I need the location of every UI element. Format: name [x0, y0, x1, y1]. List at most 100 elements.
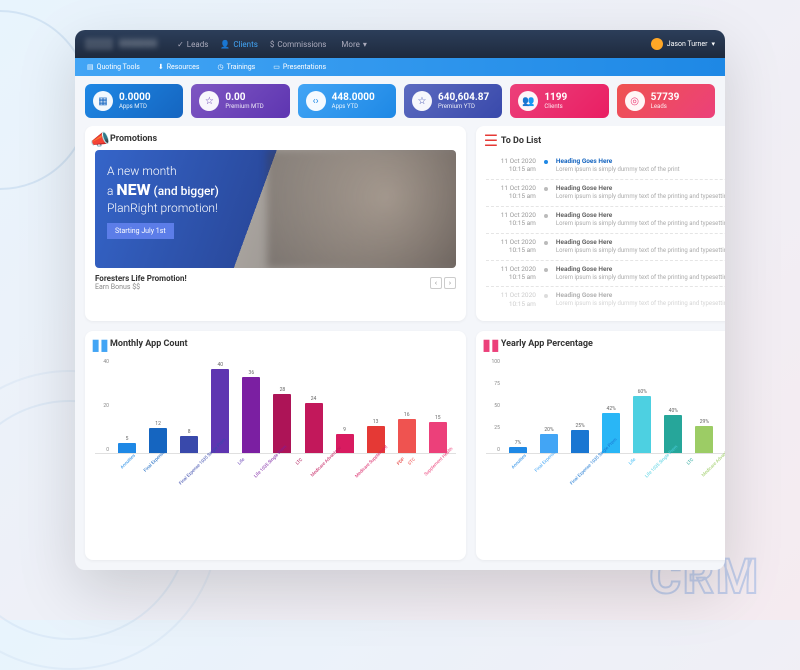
nav-label: Clients — [233, 40, 258, 49]
todo-item-desc: Lorem ipsum is simply dummy text of the … — [556, 247, 725, 254]
todo-item-desc: Lorem ipsum is simply dummy text of the … — [556, 274, 725, 281]
stat-leads[interactable]: ◎57739Leads — [617, 84, 715, 118]
todo-item[interactable]: 11 Oct 202010:15 amHeading Gose HereLore… — [486, 207, 725, 234]
stat-value: 1199 — [544, 92, 567, 103]
nav-more[interactable]: More▾ — [338, 40, 366, 49]
bar-value: 42% — [607, 406, 616, 412]
todo-item-title: Heading Goes Here — [556, 157, 725, 165]
promo-footer-title: Foresters Life Promotion! — [95, 274, 187, 283]
subnav-quoting-tools[interactable]: ▤Quoting Tools — [87, 63, 140, 71]
subnav-presentations[interactable]: ▭Presentations — [273, 63, 326, 71]
avatar — [651, 38, 663, 50]
bar: 25% — [566, 423, 594, 454]
screen-icon: ▭ — [273, 63, 280, 71]
user-menu[interactable]: Jason Turner ▾ — [651, 38, 715, 50]
todo-item[interactable]: 11 Oct 202010:15 am Heading Gose HereLore… — [486, 234, 725, 261]
bullet-icon — [544, 294, 548, 298]
stat-value: 448.0000 — [332, 92, 375, 103]
bar: 8 — [175, 429, 203, 453]
bar-value: 16 — [404, 412, 410, 418]
todo-item-desc: Lorem ipsum is simply dummy text of the … — [556, 220, 725, 227]
subnav-resources[interactable]: ⬇Resources — [158, 63, 200, 71]
bar: 24 — [299, 396, 327, 454]
yearly-chart: 10075502507%20%25%42%60%40%29%15%18%18%5… — [486, 355, 725, 552]
stat-label: Apps YTD — [332, 103, 375, 110]
stat-premium-ytd[interactable]: ☆640,604.87Premium YTD — [404, 84, 502, 118]
caret-down-icon: ▾ — [363, 40, 367, 49]
person-icon: 👥 — [518, 91, 538, 111]
todo-item-desc: Lorem ipsum is simply dummy text of the … — [556, 300, 725, 307]
bar: 60% — [628, 389, 656, 453]
nav-clients[interactable]: 👤Clients — [220, 40, 257, 49]
star-icon: ☆ — [199, 91, 219, 111]
todo-datetime: 11 Oct 202010:15 am — [486, 184, 536, 201]
bar-value: 12 — [155, 421, 161, 427]
stat-value: 0.0000 — [119, 92, 151, 103]
nav-label: Leads — [187, 40, 209, 49]
bullet-icon — [544, 214, 548, 218]
caret-down-icon: ▾ — [711, 40, 715, 48]
bullet-icon — [544, 268, 548, 272]
stat-clients[interactable]: 👥 1199Clients — [510, 84, 608, 118]
stat-label: Premium MTD — [225, 103, 263, 110]
stat-label: Clients — [544, 103, 567, 110]
bar-value: 7% — [515, 440, 521, 446]
bar-value: 25% — [575, 423, 584, 429]
bar-chart-icon: ▮▮ — [95, 339, 105, 349]
bar-value: 40% — [669, 408, 678, 414]
nav-leads[interactable]: ✓Leads — [177, 40, 208, 49]
subnav-label: Resources — [167, 63, 200, 71]
promo-line1: A new month — [107, 164, 444, 178]
bullet-icon — [544, 187, 548, 191]
todo-datetime: 11 Oct 202010:15 am — [486, 291, 536, 308]
todo-item-title: Heading Gose Here — [556, 211, 725, 219]
todo-title: To Do List — [501, 136, 541, 146]
code-icon: ‹› — [306, 91, 326, 111]
subnav-trainings[interactable]: ◷Trainings — [218, 63, 256, 71]
promo-next-button[interactable]: › — [444, 277, 456, 289]
todo-item-title: Heading Gose Here — [556, 184, 725, 192]
yearly-title: Yearly App Percentage — [501, 339, 593, 349]
promotions-card: 📣 Promotions A new month a NEW (and bigg… — [85, 126, 466, 321]
monthly-title: Monthly App Count — [110, 339, 188, 349]
bar-value: 28 — [280, 387, 286, 393]
todo-item[interactable]: 11 Oct 202010:15 am Heading Gose HereLore… — [486, 180, 725, 207]
stat-premium-mtd[interactable]: ☆0.00Premium MTD — [191, 84, 289, 118]
y-axis: 1007550250 — [486, 359, 500, 453]
todo-item[interactable]: 11 Oct 202010:15 amHeading Goes HereLore… — [486, 153, 725, 180]
bullet-icon — [544, 160, 548, 164]
todo-datetime: 11 Oct 202010:15 am — [486, 157, 536, 174]
clock-icon: ◷ — [218, 63, 224, 71]
subnav-label: Trainings — [227, 63, 256, 71]
bar-value: 8 — [188, 429, 191, 435]
bullet-icon — [544, 241, 548, 245]
bar-value: 60% — [638, 389, 647, 395]
subnav: ▤Quoting Tools ⬇Resources ◷Trainings ▭Prese… — [75, 58, 725, 76]
todo-item-desc: Lorem ipsum is simply dummy text of the … — [556, 193, 725, 200]
promo-line2: a NEW (and bigger) — [107, 180, 444, 199]
bar-chart-icon: ▮▮ — [486, 339, 496, 349]
stat-label: Apps MTD — [119, 103, 151, 110]
todo-item-title: Heading Gose Here — [556, 291, 725, 299]
target-icon: ◎ — [625, 91, 645, 111]
stat-value: 57739 — [651, 92, 680, 103]
bar-value: 5 — [126, 436, 129, 442]
todo-item[interactable]: 11 Oct 202010:15 am Heading Gose HereLore… — [486, 287, 725, 313]
todo-datetime: 11 Oct 202010:15 am — [486, 238, 536, 255]
x-axis: AnnuitiesFinal ExpenseFinal Expense 1035… — [95, 454, 456, 467]
subnav-label: Quoting Tools — [97, 63, 140, 71]
megaphone-icon: 📣 — [95, 134, 105, 144]
monthly-chart: 402005128403628249131615AnnuitiesFinal E… — [95, 355, 456, 552]
stat-apps-ytd[interactable]: ‹› 448.0000Apps YTD — [298, 84, 396, 118]
nav-commissions[interactable]: $Commissions — [270, 40, 327, 49]
todo-item[interactable]: 11 Oct 202010:15 amHeading Gose HereLore… — [486, 261, 725, 288]
check-icon: ✓ — [177, 40, 184, 49]
todo-item-title: Heading Gose Here — [556, 238, 725, 246]
promo-prev-button[interactable]: ‹ — [430, 277, 442, 289]
download-icon: ⬇ — [158, 63, 164, 71]
promo-banner[interactable]: A new month a NEW (and bigger) PlanRight… — [95, 150, 456, 268]
promotions-title: Promotions — [110, 134, 157, 144]
stat-value: 640,604.87 — [438, 92, 489, 103]
promo-line3: PlanRight promotion! — [107, 201, 444, 215]
stat-apps-mtd[interactable]: ▦0.0000Apps MTD — [85, 84, 183, 118]
